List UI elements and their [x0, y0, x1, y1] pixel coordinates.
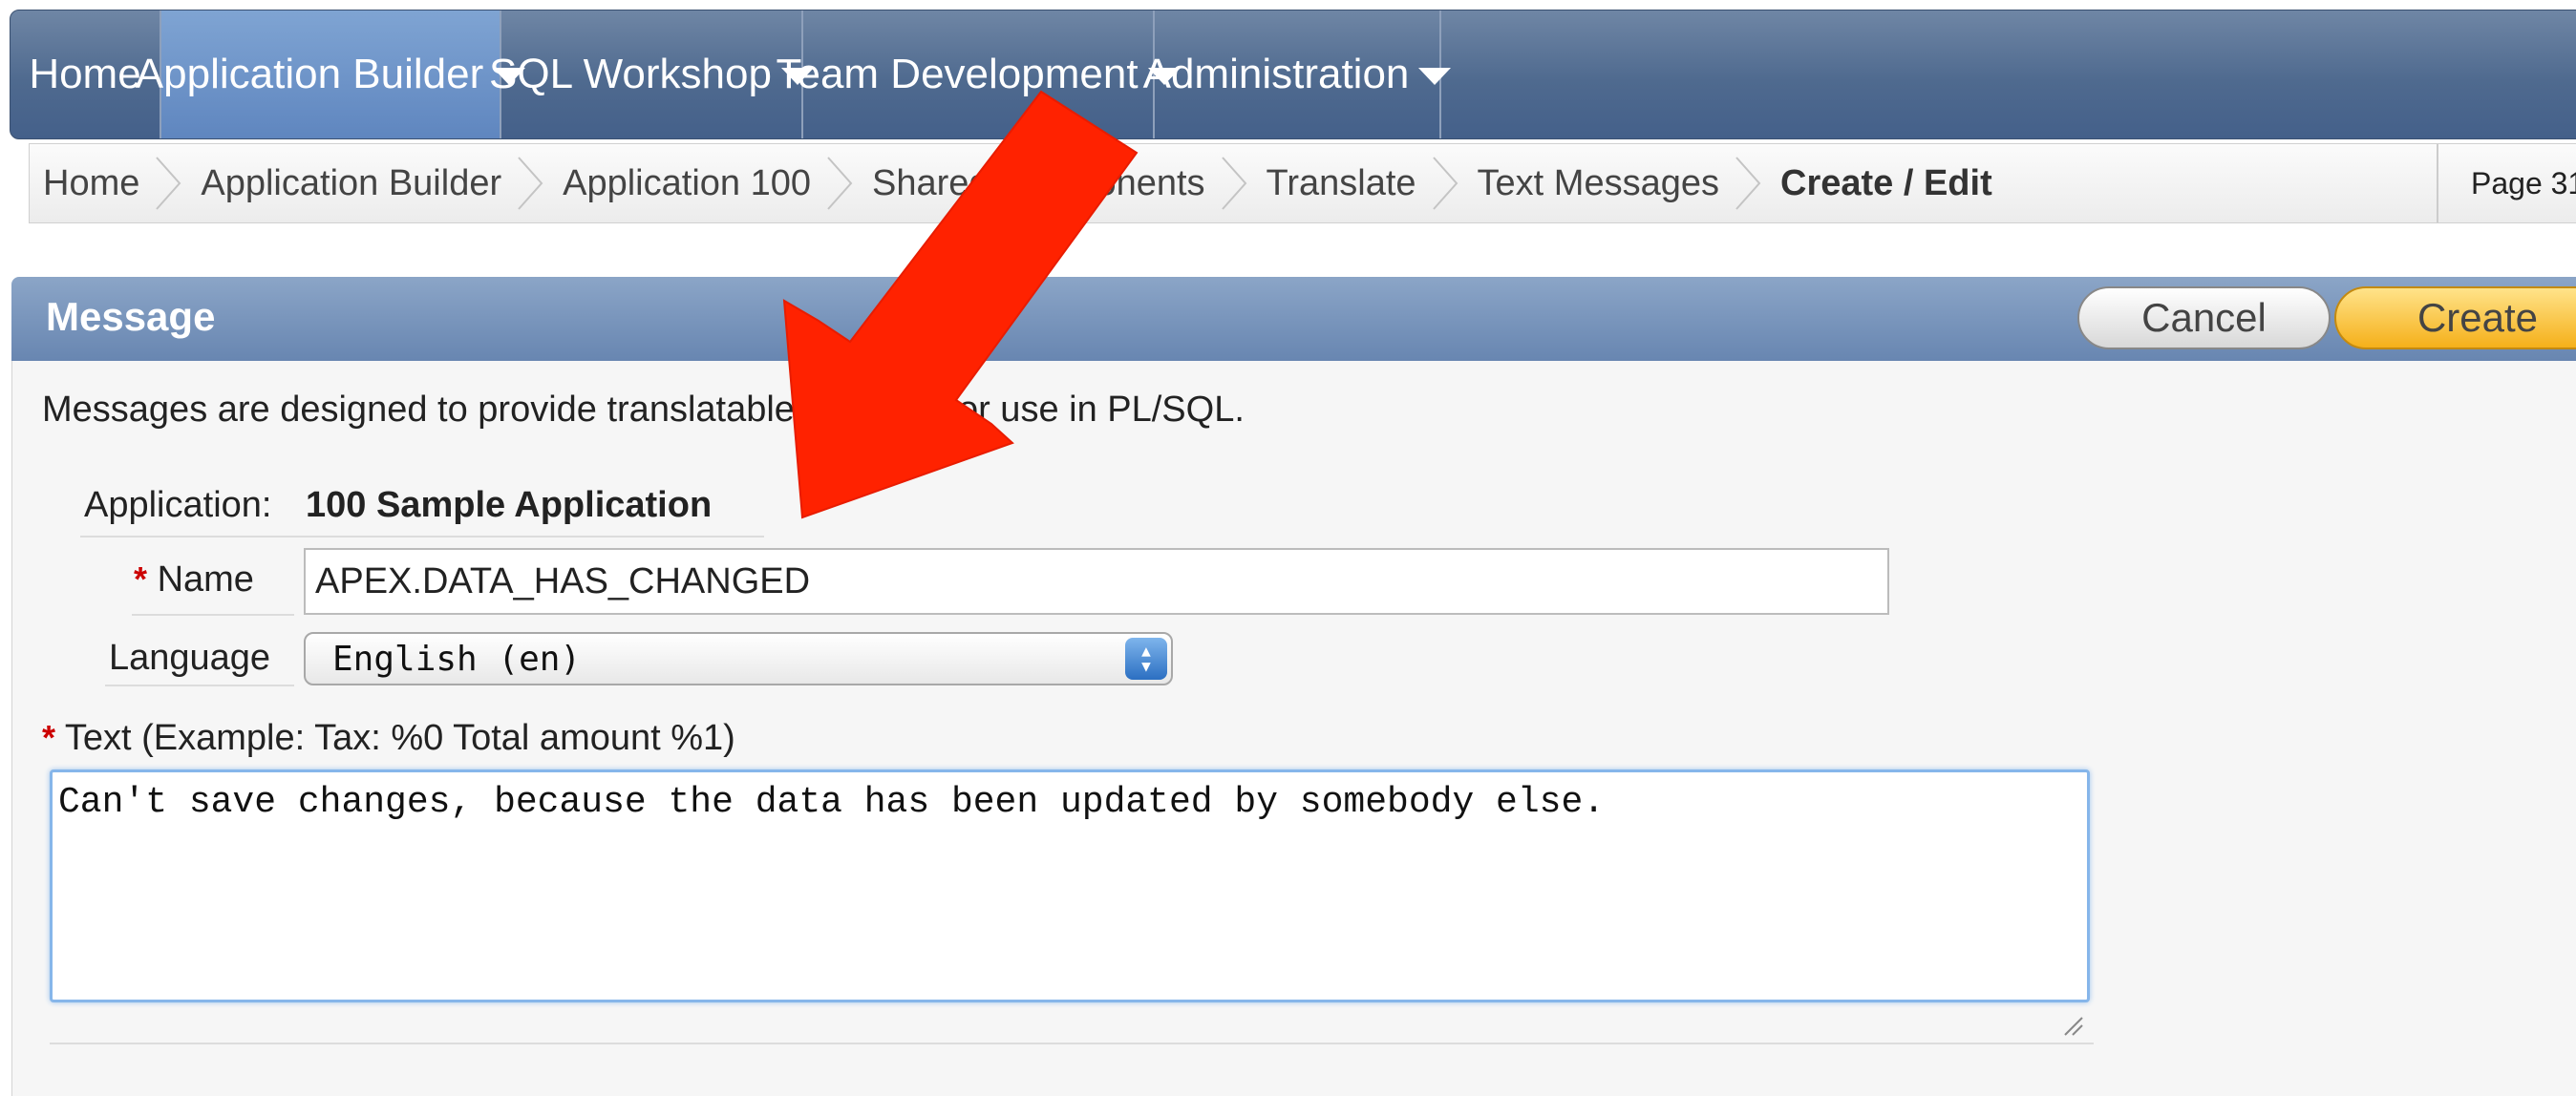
text-textarea[interactable]: Can't save changes, because the data has… [50, 769, 2090, 1002]
create-button[interactable]: Create [2334, 286, 2576, 349]
chevron-down-icon [780, 68, 814, 85]
breadcrumb-label: Translate [1266, 162, 1416, 203]
nav-tab-label: Team Development [776, 51, 1139, 97]
application-label: Application: [84, 485, 272, 525]
breadcrumb-item[interactable]: Text Messages [1464, 144, 1767, 222]
page-number-label: Page 31 [2471, 165, 2576, 200]
language-selected-value: English (en) [332, 639, 582, 679]
select-arrows-icon: ▲ ▼ [1125, 638, 1167, 680]
breadcrumb-label: Text Messages [1477, 162, 1719, 203]
breadcrumb-label: Application 100 [563, 162, 811, 203]
breadcrumb-separator-icon [156, 157, 181, 210]
nav-tab-label: Application Builder [135, 51, 484, 97]
name-label-group: * Name [134, 559, 254, 601]
breadcrumb-label: Application Builder [201, 162, 502, 203]
textarea-footer [50, 1004, 2094, 1044]
divider [80, 536, 764, 537]
cancel-button[interactable]: Cancel [2077, 286, 2331, 349]
nav-tab-label: Administration [1142, 51, 1410, 97]
breadcrumb-item[interactable]: Translate [1253, 144, 1464, 222]
chevron-down-icon [1147, 68, 1181, 85]
region-header: Message Cancel Create [11, 277, 2576, 361]
nav-tab-label: SQL Workshop [489, 51, 772, 97]
main-nav: Home Application Builder SQL Workshop Te… [10, 10, 2576, 139]
breadcrumb-separator-icon [1432, 157, 1458, 210]
breadcrumb-separator-icon [1735, 157, 1761, 210]
region-description: Messages are designed to provide transla… [42, 390, 1245, 430]
nav-tab-overflow [1441, 11, 2576, 138]
breadcrumb-label: Shared Components [871, 162, 1205, 203]
name-label: Name [157, 559, 254, 600]
page-number: Page 31 [2437, 144, 2576, 222]
text-label-group: * Text (Example: Tax: %0 Total amount %1… [42, 718, 735, 759]
language-select[interactable]: English (en) ▲ ▼ [304, 632, 1173, 685]
breadcrumb-item[interactable]: Home [30, 144, 187, 222]
nav-tab-administration[interactable]: Administration [1143, 11, 1452, 138]
name-input[interactable] [304, 548, 1889, 615]
breadcrumb-current: Create / Edit [1767, 144, 2006, 222]
required-icon: * [42, 718, 56, 757]
chevron-down-icon [493, 68, 526, 85]
text-label: Text (Example: Tax: %0 Total amount %1) [64, 718, 735, 758]
divider [132, 614, 294, 616]
breadcrumb-separator-icon [518, 157, 543, 210]
nav-tab-application-builder[interactable]: Application Builder [136, 11, 526, 138]
nav-tab-sql-workshop[interactable]: SQL Workshop [489, 11, 814, 138]
chevron-down-icon [1418, 68, 1452, 85]
resize-grip-icon[interactable] [2061, 1014, 2084, 1037]
breadcrumb-item[interactable]: Shared Components [859, 144, 1253, 222]
breadcrumb: Home Application Builder Application 100… [29, 143, 2576, 223]
nav-tab-label: Home [29, 51, 141, 97]
region-title: Message [46, 294, 216, 339]
breadcrumb-label: Home [43, 162, 140, 203]
breadcrumb-item[interactable]: Application Builder [187, 144, 549, 222]
breadcrumb-label: Create / Edit [1780, 162, 1992, 203]
breadcrumb-separator-icon [827, 157, 853, 210]
language-label: Language [109, 638, 271, 678]
breadcrumb-item[interactable]: Application 100 [549, 144, 859, 222]
divider [105, 685, 294, 686]
nav-tab-team-development[interactable]: Team Development [776, 11, 1181, 138]
application-value: 100 Sample Application [306, 485, 713, 525]
breadcrumb-separator-icon [1221, 157, 1246, 210]
required-icon: * [134, 559, 148, 599]
